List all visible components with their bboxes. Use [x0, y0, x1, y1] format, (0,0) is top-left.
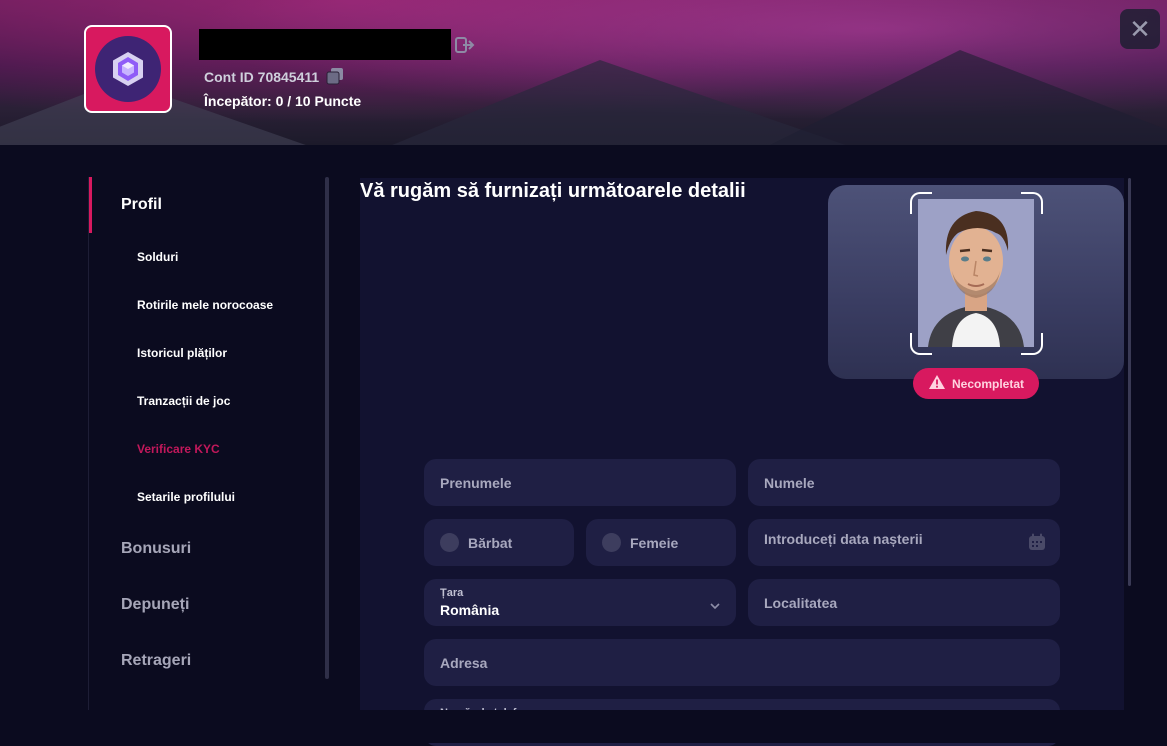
- city-field[interactable]: Localitatea: [748, 579, 1060, 626]
- chevron-down-icon: [710, 597, 720, 613]
- account-id: Cont ID 70845411: [204, 69, 320, 85]
- frame-corner: [1021, 192, 1043, 214]
- radio-circle: [602, 533, 621, 552]
- country-label: Țara: [440, 587, 464, 599]
- address-placeholder: Adresa: [440, 654, 488, 671]
- sidebar-item-deposit[interactable]: Depuneți: [121, 596, 189, 614]
- gender-male-label: Bărbat: [468, 534, 513, 551]
- sidebar-item-game-transactions[interactable]: Tranzacții de joc: [137, 394, 230, 408]
- copy-icon[interactable]: [326, 67, 344, 85]
- sidebar-item-withdraw[interactable]: Retrageri: [121, 652, 191, 670]
- city-placeholder: Localitatea: [764, 594, 838, 611]
- profile-sidebar: Profil Solduri Rotirile mele norocoase I…: [88, 177, 329, 710]
- birthdate-placeholder: Introduceți data nașterii: [764, 531, 923, 547]
- last-name-field[interactable]: Numele: [748, 459, 1060, 506]
- sidebar-item-profile[interactable]: Profil: [121, 196, 162, 214]
- close-icon: ✕: [1129, 13, 1151, 44]
- status-badge: Necompletat: [913, 368, 1039, 399]
- sidebar-scrollbar[interactable]: [325, 177, 329, 679]
- first-name-field[interactable]: Prenumele: [424, 459, 736, 506]
- sidebar-item-payment-history[interactable]: Istoricul plăților: [137, 346, 227, 360]
- address-field[interactable]: Adresa: [424, 639, 1060, 686]
- profile-header: [0, 0, 1167, 145]
- hexagon-logo-icon: [95, 36, 161, 102]
- country-value: România: [440, 602, 500, 618]
- sidebar-item-balances[interactable]: Solduri: [137, 250, 178, 264]
- gender-female-radio[interactable]: Femeie: [586, 519, 736, 566]
- country-select[interactable]: Țara România: [424, 579, 736, 626]
- page-bottom: [0, 710, 1167, 743]
- status-text: Necompletat: [951, 376, 1025, 391]
- level-progress: Începător: 0 / 10 Puncte: [204, 93, 362, 109]
- warning-icon: [928, 374, 946, 393]
- mountain-decoration: [760, 50, 1167, 145]
- sidebar-item-profile-settings[interactable]: Setarile profilului: [137, 490, 235, 504]
- gender-female-label: Femeie: [630, 534, 679, 551]
- birthdate-field[interactable]: Introduceți data nașterii: [748, 519, 1060, 566]
- sample-face-photo: [918, 199, 1034, 347]
- calendar-icon[interactable]: [1028, 533, 1046, 554]
- content-scrollbar[interactable]: [1128, 178, 1131, 586]
- frame-corner: [1021, 333, 1043, 355]
- close-button[interactable]: ✕: [1120, 9, 1160, 49]
- frame-corner: [910, 333, 932, 355]
- gender-male-radio[interactable]: Bărbat: [424, 519, 574, 566]
- last-name-placeholder: Numele: [764, 474, 815, 491]
- avatar: [84, 25, 172, 113]
- sidebar-item-lucky-spins[interactable]: Rotirile mele norocoase: [137, 298, 273, 312]
- sidebar-item-kyc[interactable]: Verificare KYC: [137, 442, 220, 456]
- logout-icon[interactable]: [455, 36, 475, 54]
- username-redacted: [199, 29, 451, 60]
- first-name-placeholder: Prenumele: [440, 474, 512, 491]
- radio-circle: [440, 533, 459, 552]
- frame-corner: [910, 192, 932, 214]
- page-title: Vă rugăm să furnizați următoarele detali…: [360, 180, 746, 202]
- sidebar-item-bonuses[interactable]: Bonusuri: [121, 540, 191, 558]
- active-indicator: [89, 177, 92, 233]
